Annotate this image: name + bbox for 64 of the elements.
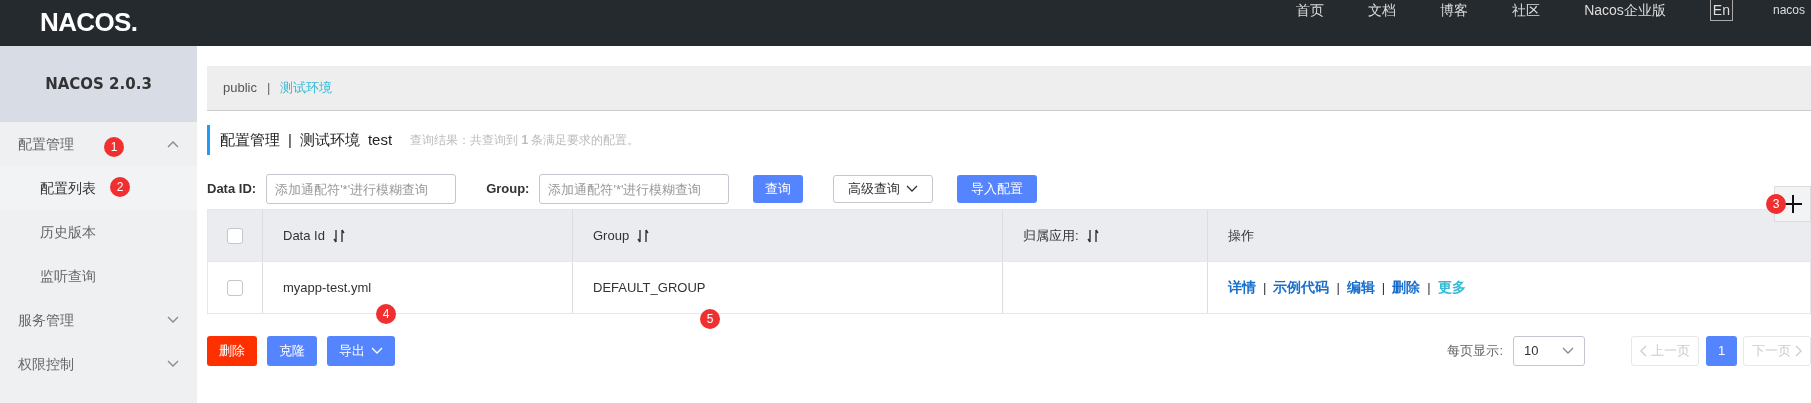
separator: | bbox=[266, 79, 271, 98]
separator: | bbox=[1381, 278, 1386, 297]
page-size-label: 每页显示: bbox=[1447, 342, 1503, 361]
column-header: 操作 bbox=[1228, 226, 1254, 245]
page-size-select[interactable]: 10 bbox=[1513, 336, 1585, 366]
menu-item[interactable]: 配置管理 bbox=[18, 133, 74, 155]
annotation-marker: 3 bbox=[1766, 194, 1786, 214]
bulk-action-button[interactable]: 克隆 bbox=[267, 336, 317, 366]
column-header: Data Id bbox=[283, 226, 325, 245]
version-title: NACOS 2.0.3 bbox=[45, 73, 152, 95]
import-button[interactable]: 导入配置 bbox=[957, 175, 1038, 203]
table-cell-text: myapp-test.yml bbox=[283, 278, 372, 297]
column-header: Group bbox=[593, 226, 630, 245]
page-button[interactable]: 1 bbox=[1706, 336, 1737, 366]
bulk-action-button[interactable]: 删除 bbox=[207, 336, 257, 366]
chevron-icon[interactable] bbox=[167, 360, 179, 368]
separator: | bbox=[1263, 278, 1267, 297]
caret-icon bbox=[371, 347, 383, 355]
nav-link[interactable]: 博客 bbox=[1440, 0, 1469, 21]
action-link[interactable]: 编辑 bbox=[1346, 277, 1375, 298]
action-link[interactable]: 详情 bbox=[1228, 277, 1256, 298]
action-link[interactable]: 示例代码 bbox=[1273, 277, 1330, 298]
nav-link[interactable]: 社区 bbox=[1512, 0, 1541, 21]
menu-item[interactable]: 权限控制 bbox=[18, 353, 74, 375]
namespace-id: test bbox=[367, 129, 393, 150]
annotation-marker: 5 bbox=[700, 309, 720, 329]
separator: | bbox=[1427, 278, 1431, 297]
submenu-item[interactable]: 历史版本 bbox=[0, 210, 197, 254]
caret-icon bbox=[906, 185, 919, 193]
chevron-left-icon bbox=[1640, 345, 1647, 357]
user-name[interactable]: nacos bbox=[1772, 1, 1805, 19]
bulk-action-button[interactable]: 导出 bbox=[327, 336, 395, 366]
nav-link[interactable]: 首页 bbox=[1296, 0, 1325, 21]
chevron-icon[interactable] bbox=[167, 140, 179, 148]
language-toggle[interactable]: En bbox=[1709, 0, 1733, 21]
search-field[interactable]: 添加通配符'*'进行模糊查询 bbox=[266, 174, 457, 204]
nav-link[interactable]: Nacos企业版 bbox=[1584, 0, 1666, 21]
checkbox[interactable] bbox=[227, 227, 243, 244]
namespace-link[interactable]: public bbox=[223, 78, 257, 98]
separator: | bbox=[1336, 278, 1340, 297]
caret-icon bbox=[1562, 347, 1574, 355]
action-link[interactable]: 删除 bbox=[1392, 277, 1421, 298]
separator: | bbox=[288, 129, 292, 150]
column-header: 归属应用: bbox=[1023, 226, 1079, 245]
field-label: Data ID: bbox=[207, 180, 257, 199]
advanced-search-button[interactable]: 高级查询 bbox=[833, 175, 934, 203]
sort-icon[interactable] bbox=[332, 228, 345, 243]
query-button[interactable]: 查询 bbox=[753, 175, 804, 203]
page-title: 配置管理 bbox=[220, 129, 280, 150]
annotation-marker: 4 bbox=[376, 304, 396, 324]
nav-link[interactable]: 文档 bbox=[1368, 0, 1397, 21]
menu-item[interactable]: 服务管理 bbox=[18, 309, 74, 331]
sort-icon[interactable] bbox=[637, 228, 650, 243]
field-label: Group: bbox=[486, 180, 530, 199]
namespace-name: 测试环境 bbox=[299, 129, 360, 150]
result-summary: 查询结果：共查询到 1 条满足要求的配置。 bbox=[410, 132, 640, 149]
checkbox[interactable] bbox=[227, 279, 243, 296]
submenu-item[interactable]: 监听查询 bbox=[0, 254, 197, 298]
logo[interactable]: NACOS. bbox=[40, 6, 138, 38]
chevron-icon[interactable] bbox=[167, 316, 179, 324]
sort-icon[interactable] bbox=[1086, 228, 1099, 243]
search-field[interactable]: 添加通配符'*'进行模糊查询 bbox=[539, 174, 730, 204]
table-cell-text: DEFAULT_GROUP bbox=[593, 278, 706, 297]
chevron-right-icon bbox=[1795, 345, 1802, 357]
